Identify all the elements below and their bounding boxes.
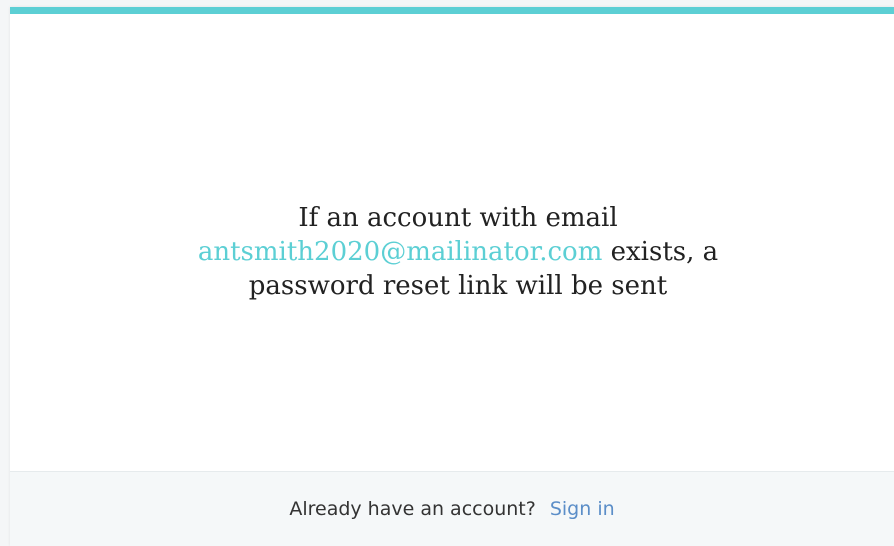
card-footer: Already have an account? Sign in <box>10 471 894 546</box>
reset-confirmation-card: If an account with email antsmith2020@ma… <box>10 7 894 546</box>
account-prompt: Already have an account? <box>289 498 536 520</box>
reset-confirmation-message: If an account with email antsmith2020@ma… <box>10 201 894 303</box>
email-address: antsmith2020@mailinator.com <box>197 237 603 267</box>
sign-in-link[interactable]: Sign in <box>550 498 615 520</box>
message-line-2-suffix: exists, a <box>602 237 719 267</box>
message-line-1: If an account with email <box>298 203 618 233</box>
message-line-3: password reset link will be sent <box>248 271 668 301</box>
card-accent-bar <box>10 7 894 14</box>
message-line-2: antsmith2020@mailinator.com exists, a <box>10 235 894 269</box>
